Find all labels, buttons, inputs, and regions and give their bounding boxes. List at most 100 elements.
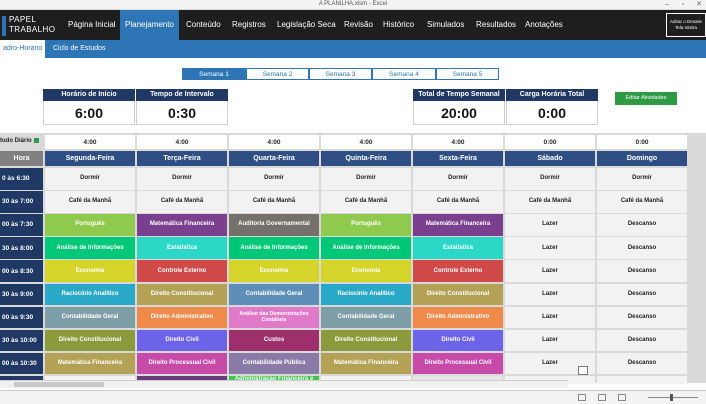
activity-cell[interactable]: Lazer xyxy=(505,283,595,306)
activity-cell[interactable]: Lazer xyxy=(505,306,595,329)
activity-cell[interactable]: Controle Externo xyxy=(413,260,503,282)
activity-cell[interactable]: Direito Administrativo xyxy=(413,306,503,329)
activity-cell[interactable]: Contabilidade Geral xyxy=(45,306,135,329)
nav-revisao[interactable]: Revisão xyxy=(344,10,373,40)
filter-icon[interactable] xyxy=(33,138,39,143)
nav-pagina-inicial[interactable]: Página Inicial xyxy=(68,10,116,40)
activity-cell[interactable]: Economia xyxy=(229,260,319,282)
activity-cell[interactable]: Café da Manhã xyxy=(505,191,595,213)
zoom-slider[interactable] xyxy=(648,397,698,398)
week-tab-4[interactable]: Semana 4 xyxy=(372,68,436,80)
activity-cell[interactable]: Contabilidade Pública xyxy=(229,352,319,375)
activity-cell[interactable]: Economia xyxy=(45,260,135,282)
week-tab-1[interactable]: Semana 1 xyxy=(182,68,246,80)
activity-cell[interactable]: Descanso xyxy=(597,352,687,375)
activity-cell[interactable]: Dormir xyxy=(505,168,595,190)
day-header: Domingo xyxy=(597,151,687,166)
sheet-icon[interactable] xyxy=(578,366,588,375)
zoom-slider-knob[interactable] xyxy=(670,394,673,401)
activity-cell[interactable]: Português xyxy=(321,214,411,236)
activity-cell[interactable]: Contabilidade Geral xyxy=(321,306,411,329)
activity-cell[interactable]: Direito Administrativo xyxy=(137,306,227,329)
activity-cell[interactable]: Contabilidade Geral xyxy=(229,283,319,306)
activity-cell[interactable]: Descanso xyxy=(597,260,687,282)
day-header: Terça-Feira xyxy=(137,151,227,166)
activity-cell[interactable]: Análise de Informações xyxy=(321,237,411,259)
normal-view-icon[interactable] xyxy=(578,394,586,401)
activity-cell[interactable]: Auditoria Governamental xyxy=(229,214,319,236)
activity-cell[interactable]: Dormir xyxy=(229,168,319,190)
activity-cell[interactable]: Dormir xyxy=(597,168,687,190)
activity-cell[interactable]: Economia xyxy=(321,260,411,282)
activity-cell[interactable]: Café da Manhã xyxy=(321,191,411,213)
activity-cell[interactable]: Café da Manhã xyxy=(413,191,503,213)
activity-cell[interactable]: Café da Manhã xyxy=(45,191,135,213)
week-tab-2[interactable]: Semana 2 xyxy=(246,68,309,80)
activity-cell[interactable]: Análise de Informações xyxy=(229,237,319,259)
activity-cell[interactable]: Análise das Demonstrações Contábeis xyxy=(229,306,319,329)
activity-cell[interactable]: Matemática Financeira xyxy=(137,214,227,236)
activity-cell[interactable]: Café da Manhã xyxy=(137,191,227,213)
activity-cell[interactable]: Custos xyxy=(229,329,319,352)
horizontal-scrollbar[interactable] xyxy=(0,380,568,388)
day-total: 4:00 xyxy=(321,135,411,149)
activity-cell[interactable]: Direito Civil xyxy=(413,329,503,352)
activity-cell[interactable] xyxy=(597,375,687,384)
activity-cell[interactable]: Direito Constitucional xyxy=(45,329,135,352)
activity-cell[interactable]: Direito Constitucional xyxy=(413,283,503,306)
activity-cell[interactable]: Descanso xyxy=(597,329,687,352)
nav-planejamento[interactable]: Planejamento xyxy=(120,10,179,40)
activity-cell[interactable]: Matemática Financeira xyxy=(413,214,503,236)
nav-conteudo[interactable]: Conteúdo xyxy=(186,10,221,40)
activity-cell[interactable]: Português xyxy=(45,214,135,236)
week-tab-3[interactable]: Semana 3 xyxy=(309,68,372,80)
nav-legislacao-seca[interactable]: Legislação Seca xyxy=(277,10,336,40)
activity-cell[interactable]: Lazer xyxy=(505,214,595,236)
activity-cell[interactable]: Lazer xyxy=(505,329,595,352)
activity-cell[interactable]: Direito Constitucional xyxy=(321,329,411,352)
horario-inicio-value[interactable]: 6:00 xyxy=(43,101,135,125)
nav-simulados[interactable]: Simulados xyxy=(427,10,464,40)
activity-cell[interactable]: Descanso xyxy=(597,237,687,259)
activity-cell[interactable]: Lazer xyxy=(505,260,595,282)
activity-cell[interactable]: Análise de Informações xyxy=(45,237,135,259)
nav-anotacoes[interactable]: Anotações xyxy=(525,10,563,40)
day-total: 4:00 xyxy=(413,135,503,149)
activity-cell[interactable]: Café da Manhã xyxy=(229,191,319,213)
activity-cell[interactable]: Direito Civil xyxy=(137,329,227,352)
tab-quadro-horario[interactable]: adro-Horano xyxy=(0,40,46,58)
close-icon[interactable]: ✕ xyxy=(692,0,706,10)
activity-cell[interactable]: Dormir xyxy=(321,168,411,190)
activity-cell[interactable]: Controle Externo xyxy=(137,260,227,282)
activity-cell[interactable]: Lazer xyxy=(505,237,595,259)
activity-cell[interactable]: Descanso xyxy=(597,306,687,329)
tempo-intervalo-value[interactable]: 0:30 xyxy=(136,101,228,125)
activity-cell[interactable]: Direito Constitucional xyxy=(137,283,227,306)
activity-cell[interactable]: Raciocínio Analítico xyxy=(45,283,135,306)
activity-cell[interactable]: Direito Processual Civil xyxy=(137,352,227,375)
activity-cell[interactable]: Café da Manhã xyxy=(597,191,687,213)
nav-registros[interactable]: Registros xyxy=(232,10,266,40)
tab-ciclo-de-estudos[interactable]: Ciclo de Estudos xyxy=(53,40,106,58)
activity-cell[interactable]: Dormir xyxy=(45,168,135,190)
activity-cell[interactable]: Dormir xyxy=(413,168,503,190)
week-tab-5[interactable]: Semana 5 xyxy=(436,68,499,80)
activity-cell[interactable]: Estatística xyxy=(137,237,227,259)
activity-cell[interactable]: Descanso xyxy=(597,283,687,306)
activity-cell[interactable]: Matemática Financeira xyxy=(45,352,135,375)
page-break-icon[interactable] xyxy=(618,394,626,401)
activity-cell[interactable]: Dormir xyxy=(137,168,227,190)
nav-historico[interactable]: Histórico xyxy=(383,10,414,40)
scrollbar-thumb[interactable] xyxy=(14,382,104,387)
nav-resultados[interactable]: Resultados xyxy=(476,10,516,40)
page-layout-icon[interactable] xyxy=(598,394,606,401)
activity-cell[interactable]: Descanso xyxy=(597,214,687,236)
fullscreen-toggle-button[interactable]: Adnar o Desativ Tela Inteira xyxy=(666,13,706,37)
activity-cell[interactable]: Raciocínio Analítico xyxy=(321,283,411,306)
activity-cell[interactable]: Matemática Financeira xyxy=(321,352,411,375)
minimize-icon[interactable]: – xyxy=(660,0,674,10)
activity-cell[interactable]: Estatística xyxy=(413,237,503,259)
activity-cell[interactable]: Direito Processual Civil xyxy=(413,352,503,375)
editar-atividades-button[interactable]: Editar Atividades xyxy=(615,92,677,105)
restore-icon[interactable]: ▫ xyxy=(676,0,690,10)
